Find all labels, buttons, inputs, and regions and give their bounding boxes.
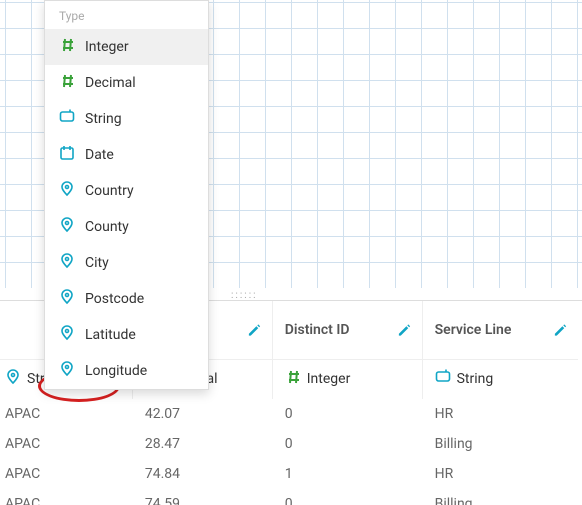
table-cell: APAC [0,459,132,489]
dropdown-header: Type [45,7,208,29]
table-cell: Billing [422,429,578,459]
string-icon [59,109,75,129]
table-cell: 1 [272,459,422,489]
table-cell: 28.47 [132,429,272,459]
table-cell: 74.59 [132,489,272,505]
column-header-label: Service Line [435,322,512,338]
table-cell: 0 [272,399,422,429]
dropdown-item-county[interactable]: County [45,209,208,245]
hash-icon [59,73,75,93]
dropdown-item-postcode[interactable]: Postcode [45,281,208,317]
pencil-icon[interactable] [397,322,412,337]
table-cell: APAC [0,429,132,459]
pin-icon [59,325,75,345]
column-header-label: Distinct ID [285,322,350,338]
hash-icon [285,369,301,389]
table-cell: HR [422,399,578,429]
dropdown-item-city[interactable]: City [45,245,208,281]
table-cell: Billing [422,489,578,505]
pencil-icon[interactable] [553,322,568,337]
table-cell: APAC [0,399,132,429]
pin-icon [5,369,21,389]
table-cell: 74.84 [132,459,272,489]
pin-icon [59,217,75,237]
dropdown-item-country[interactable]: Country [45,173,208,209]
pin-icon [59,181,75,201]
dropdown-item-date[interactable]: Date [45,137,208,173]
table-cell: APAC [0,489,132,505]
type-cell[interactable]: String [422,359,578,399]
dropdown-item-string[interactable]: String [45,101,208,137]
calendar-icon [59,145,75,165]
type-cell[interactable]: Integer [272,359,422,399]
pin-icon [59,361,75,381]
dropdown-item-longitude[interactable]: Longitude [45,353,208,389]
table-cell: 42.07 [132,399,272,429]
string-icon [435,369,451,389]
table-cell: 0 [272,489,422,505]
table-cell: 0 [272,429,422,459]
hash-icon [59,37,75,57]
dropdown-item-latitude[interactable]: Latitude [45,317,208,353]
pin-icon [59,253,75,273]
dropdown-item-integer[interactable]: Integer [45,29,208,65]
type-dropdown: Type Integer Decimal String Date Country… [44,0,209,390]
pencil-icon[interactable] [247,322,262,337]
column-header[interactable]: Service Line [422,301,578,359]
table-cell: HR [422,459,578,489]
column-header[interactable]: Distinct ID [272,301,422,359]
dropdown-item-decimal[interactable]: Decimal [45,65,208,101]
pin-icon [59,289,75,309]
